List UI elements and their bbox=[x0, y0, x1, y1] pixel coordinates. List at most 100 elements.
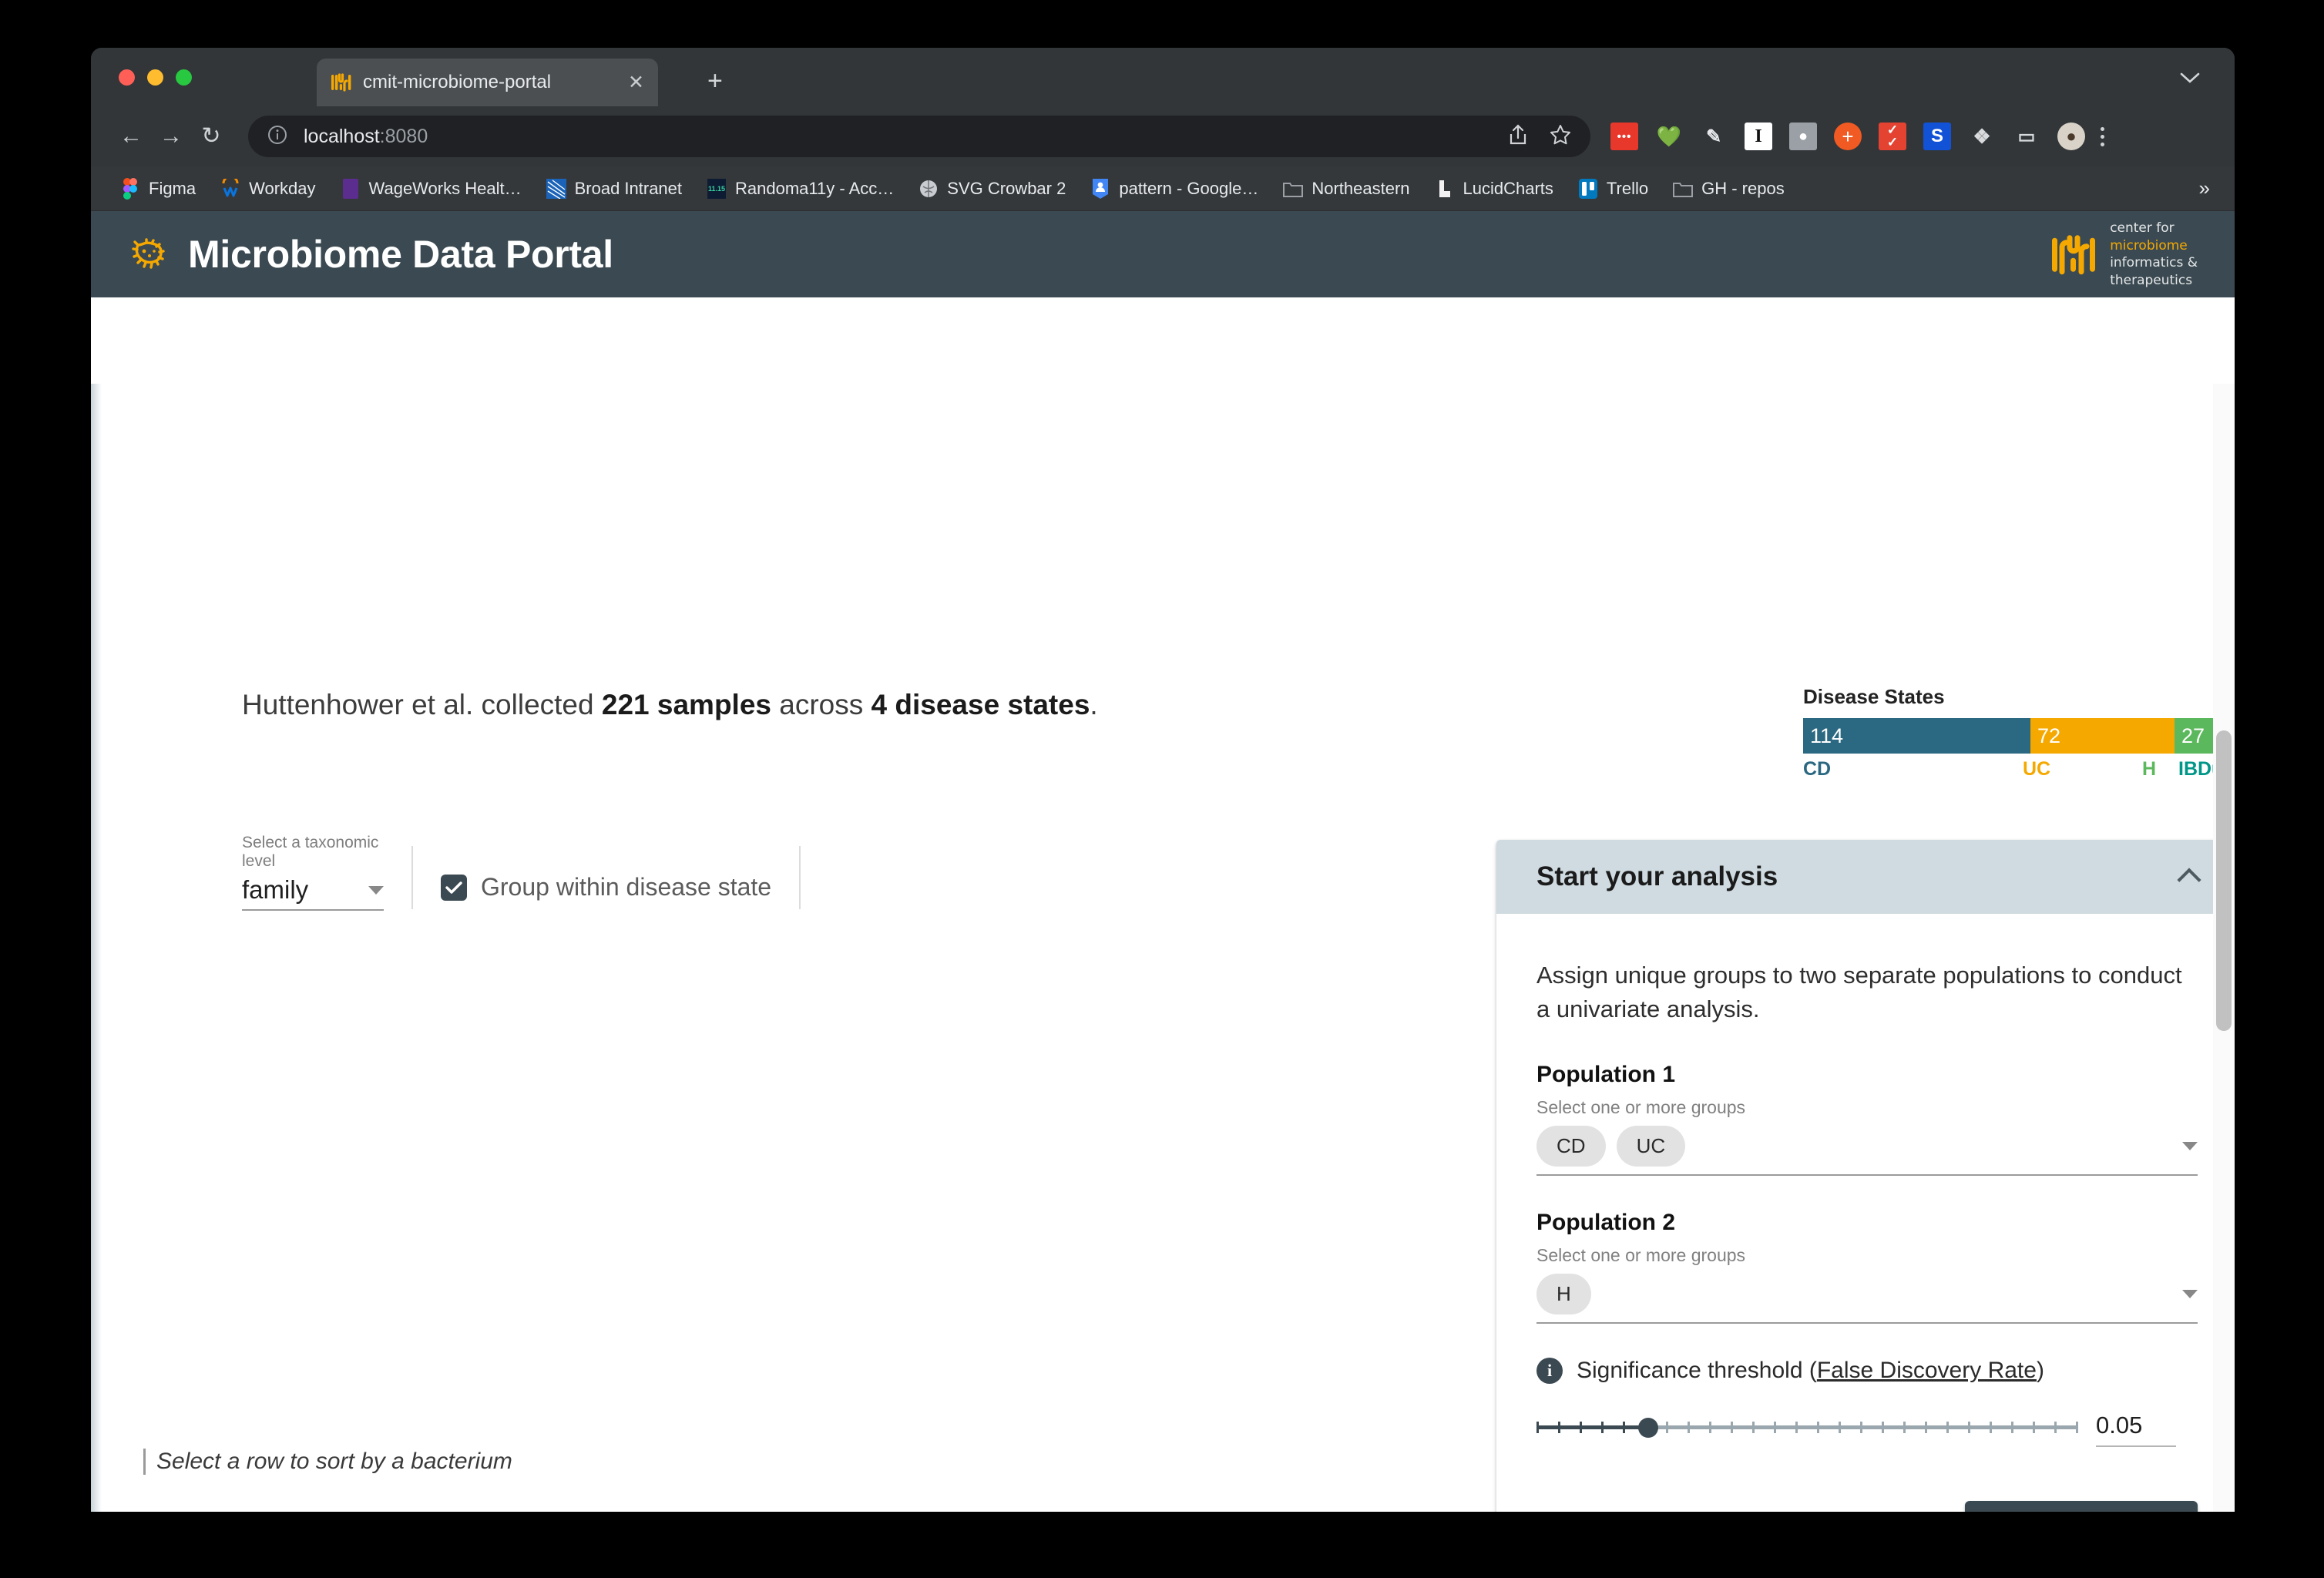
bookmark-label: Trello bbox=[1606, 178, 1649, 198]
taxonomic-level-control[interactable]: family bbox=[242, 875, 384, 911]
puzzle-extensions-icon[interactable]: ❖ bbox=[1968, 123, 1996, 150]
bookmark-figma[interactable]: Figma bbox=[111, 176, 205, 202]
chip-uc[interactable]: UC bbox=[1616, 1126, 1686, 1167]
population-1-select[interactable]: CD UC bbox=[1536, 1126, 2198, 1177]
chip-h[interactable]: H bbox=[1536, 1274, 1591, 1315]
more-options-icon[interactable] bbox=[2101, 126, 2104, 146]
tab-strip: cmit-microbiome-portal ✕ + bbox=[91, 48, 2235, 106]
threshold-value-field[interactable]: 0.05 bbox=[2096, 1412, 2181, 1448]
site-info-icon[interactable] bbox=[267, 124, 288, 149]
profile-avatar[interactable]: ● bbox=[2057, 123, 2085, 150]
significance-threshold-label: Significance threshold (False Discovery … bbox=[1577, 1358, 2044, 1384]
address-bar[interactable]: localhost:8080 bbox=[248, 116, 1590, 157]
back-button[interactable]: ← bbox=[111, 125, 151, 148]
slider-tick bbox=[1774, 1422, 1776, 1434]
bookmarks-overflow-button[interactable]: » bbox=[2199, 176, 2215, 200]
bookmark-folder-gh-repos[interactable]: GH - repos bbox=[1664, 176, 1794, 202]
bookmark-svg-crowbar[interactable]: SVG Crowbar 2 bbox=[909, 176, 1075, 202]
slider-tick bbox=[2054, 1422, 2057, 1434]
tab-title: cmit-microbiome-portal bbox=[363, 72, 552, 92]
bar-segment-cd[interactable]: 114 bbox=[1803, 718, 2030, 754]
lastpass-extension[interactable]: ••• bbox=[1610, 123, 1638, 150]
checkbox-label: Group within disease state bbox=[481, 873, 772, 901]
extension-icons: ••• 💚 ✎ I ● + ✓ ✓ S ❖ ▭ ● bbox=[1610, 123, 2085, 150]
browser-tab[interactable]: cmit-microbiome-portal ✕ bbox=[317, 59, 658, 106]
evernote-extension[interactable]: 💚 bbox=[1655, 123, 1683, 150]
google-contacts-icon bbox=[1090, 178, 1110, 199]
slider-tick bbox=[2033, 1422, 2035, 1434]
summary-mid: across bbox=[771, 689, 872, 720]
cmit-wave-mark bbox=[2052, 235, 2096, 275]
taxonomic-level-select[interactable]: Select a taxonomic level family bbox=[242, 834, 384, 911]
maximize-window-button[interactable] bbox=[176, 69, 192, 86]
chevron-down-icon[interactable] bbox=[2179, 71, 2201, 89]
slider-tick bbox=[1601, 1422, 1604, 1434]
analysis-panel-header[interactable]: Start your analysis bbox=[1496, 840, 2235, 914]
add-extension[interactable]: + bbox=[1834, 123, 1862, 150]
chevron-down-icon[interactable] bbox=[2182, 1142, 2198, 1151]
slider-tick bbox=[1817, 1422, 1819, 1434]
bookmark-label: Randoma11y - Acc… bbox=[735, 178, 895, 198]
bookmark-workday[interactable]: Workday bbox=[211, 176, 324, 202]
bookmark-label: Northeastern bbox=[1311, 178, 1410, 198]
slider-tick bbox=[1860, 1422, 1862, 1434]
hint-bar bbox=[143, 1449, 146, 1475]
sig-text-after: ) bbox=[2036, 1358, 2044, 1384]
slack-extension[interactable]: S bbox=[1923, 123, 1951, 150]
slider-tick bbox=[1795, 1422, 1798, 1434]
forward-button[interactable]: → bbox=[151, 125, 191, 148]
bookmark-randoma11y[interactable]: 11.15 Randoma11y - Acc… bbox=[697, 176, 903, 202]
checkbox-box[interactable] bbox=[441, 874, 467, 901]
grammarly-extension[interactable]: ● bbox=[1789, 123, 1817, 150]
population-2-sublabel: Select one or more groups bbox=[1536, 1245, 1746, 1266]
sidepanel-icon[interactable]: ▭ bbox=[2013, 123, 2040, 150]
cmit-line-1: center for bbox=[2110, 220, 2175, 236]
chevron-up-icon[interactable] bbox=[2177, 868, 2201, 892]
false-discovery-rate-link[interactable]: False Discovery Rate bbox=[1817, 1358, 2037, 1383]
reload-button[interactable]: ↻ bbox=[191, 125, 231, 148]
lucidcharts-icon bbox=[1435, 179, 1455, 199]
todoist-extension[interactable]: ✓ ✓ bbox=[1879, 123, 1906, 150]
window-controls[interactable] bbox=[119, 69, 192, 86]
bookmark-broad-intranet[interactable]: Broad Intranet bbox=[537, 176, 691, 202]
page-title: Microbiome Data Portal bbox=[188, 233, 613, 276]
url-host: localhost bbox=[304, 125, 380, 147]
slider-thumb[interactable] bbox=[1638, 1418, 1658, 1439]
bookmark-pattern-google[interactable]: pattern - Google… bbox=[1081, 176, 1268, 202]
bookmark-label: Workday bbox=[249, 178, 316, 198]
page-content: Huttenhower et al. collected 221 samples… bbox=[91, 297, 2235, 1512]
cmit-logo-text: center for microbiome informatics & ther… bbox=[2110, 220, 2198, 289]
bookmark-lucidcharts[interactable]: LucidCharts bbox=[1426, 176, 1563, 202]
group-within-disease-state-checkbox[interactable]: Group within disease state bbox=[441, 873, 771, 911]
chevron-down-icon[interactable] bbox=[2182, 1290, 2198, 1299]
bookmark-wageworks[interactable]: WageWorks Healt… bbox=[331, 176, 531, 202]
slider-tick bbox=[1731, 1422, 1733, 1434]
share-icon[interactable] bbox=[1507, 123, 1529, 150]
chevron-down-icon[interactable] bbox=[368, 885, 384, 895]
bar-segment-uc[interactable]: 72 bbox=[2030, 718, 2175, 754]
significance-threshold-row: i Significance threshold (False Discover… bbox=[1536, 1358, 2198, 1385]
minimize-window-button[interactable] bbox=[147, 69, 163, 86]
population-2-title: Population 2 bbox=[1536, 1210, 1675, 1236]
run-analysis-row: RUN ANALYSIS bbox=[1536, 1501, 2198, 1512]
significance-slider[interactable] bbox=[1536, 1418, 2078, 1439]
analysis-panel-body: Assign unique groups to two separate pop… bbox=[1496, 914, 2235, 1512]
summary-sample-count: 221 samples bbox=[601, 689, 771, 720]
close-tab-button[interactable]: ✕ bbox=[628, 72, 644, 92]
pen-tool-extension[interactable]: ✎ bbox=[1700, 123, 1728, 150]
close-window-button[interactable] bbox=[119, 69, 135, 86]
bookmark-trello[interactable]: Trello bbox=[1569, 176, 1657, 202]
bar-labels: CD UC H IBDundef bbox=[1803, 758, 2235, 784]
randoma11y-icon: 11.15 bbox=[707, 178, 727, 199]
page-scrollbar[interactable] bbox=[2213, 384, 2235, 1512]
run-analysis-button[interactable]: RUN ANALYSIS bbox=[1964, 1501, 2198, 1512]
info-icon[interactable]: i bbox=[1536, 1358, 1563, 1385]
bookmark-star-icon[interactable] bbox=[1549, 123, 1572, 150]
viewport-edge-shadow bbox=[91, 384, 102, 1512]
chip-cd[interactable]: CD bbox=[1536, 1126, 1606, 1167]
population-2-select[interactable]: H bbox=[1536, 1274, 2198, 1325]
new-tab-button[interactable]: + bbox=[707, 68, 723, 94]
text-tool-extension[interactable]: I bbox=[1745, 123, 1772, 150]
scrollbar-thumb[interactable] bbox=[2216, 730, 2232, 1031]
bookmark-folder-northeastern[interactable]: Northeastern bbox=[1274, 176, 1419, 202]
